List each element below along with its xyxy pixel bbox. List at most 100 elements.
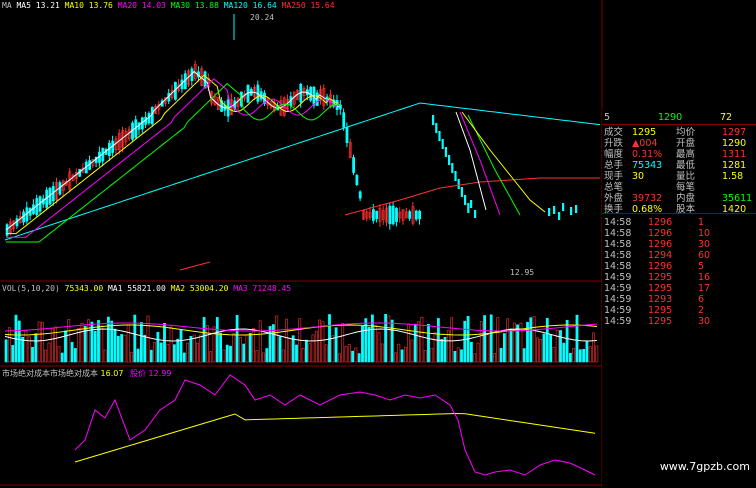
volume-bar (453, 350, 457, 363)
quote-value2: 35611 (722, 193, 753, 204)
quote-label: 幅度 (604, 149, 624, 160)
volume-bar (34, 333, 38, 363)
volume-bar (123, 334, 127, 363)
volume-bar (37, 321, 41, 363)
volume-bar (529, 317, 533, 363)
trade-vol: 17 (698, 283, 711, 294)
volume-bar (578, 349, 582, 363)
vol-legend-value: 75343.00 (64, 284, 104, 293)
volume-bar (407, 323, 411, 363)
candle-body (345, 126, 349, 144)
candle-body (454, 171, 457, 181)
volume-bar (103, 349, 107, 363)
trade-vol: 30 (698, 239, 711, 250)
trade-time: 14:58 (604, 239, 632, 250)
volume-bar (156, 331, 160, 363)
price-legend: MA MA5 13.21 MA10 13.76 MA20 14.03 MA30 … (2, 1, 335, 10)
trade-row: 14:59 1293 6 (602, 294, 756, 305)
trade-vol: 30 (698, 316, 711, 327)
indicator-label: 市场绝对成本市场绝对成本 (2, 369, 98, 378)
volume-bar (31, 346, 34, 363)
trade-vol: 60 (698, 250, 711, 261)
quote-row: 总笔 每笔 (602, 182, 756, 193)
quote-row: 现手 30 量比 1.58 (602, 171, 756, 182)
volume-bar (126, 324, 130, 363)
volume-bar (446, 330, 450, 363)
volume-bar (341, 322, 345, 363)
volume-bar (275, 315, 279, 363)
quote-label: 升跌 (604, 138, 624, 149)
low-price-label: 12.95 (510, 268, 535, 277)
legend-ma20: MA20 14.03 (117, 1, 166, 10)
volume-bar (493, 352, 496, 363)
volume-bar (549, 334, 553, 363)
quote-value2: 1311 (722, 149, 747, 160)
candle-body (418, 210, 422, 220)
ma250-line-tail (179, 261, 211, 271)
indicator-value1: 16.07 (100, 369, 124, 378)
volume-bar (384, 314, 388, 363)
volume-bar (209, 351, 213, 363)
volume-bar (70, 342, 74, 363)
volume-bar (74, 348, 77, 363)
trade-price: 1296 (648, 261, 673, 272)
volume-bar (173, 344, 176, 363)
candle-body (438, 131, 441, 141)
quote-label2: 内盘 (676, 193, 696, 204)
trade-row: 14:59 1295 17 (602, 283, 756, 294)
candle-body (464, 195, 467, 205)
volume-bar (535, 337, 539, 363)
candle-body (570, 207, 573, 215)
candle-body (470, 200, 473, 208)
volume-bar (532, 316, 536, 363)
volume-bar (351, 350, 355, 363)
volume-bar (149, 349, 153, 363)
trade-price: 1295 (648, 272, 673, 283)
volume-bar (456, 347, 460, 363)
volume-bar (169, 326, 173, 363)
candle-body (355, 175, 359, 185)
volume-bar (489, 314, 493, 363)
quote-value: ▲004 (632, 138, 658, 149)
quote-label: 成交 (604, 127, 624, 138)
volume-bar (403, 346, 407, 363)
volume-bar (476, 342, 480, 363)
trade-price: 1296 (648, 228, 673, 239)
vol-legend-ma3: MA3 71248.45 (233, 284, 292, 293)
volume-bar (159, 342, 163, 363)
volume-bar (595, 345, 599, 363)
trade-vol: 10 (698, 228, 711, 239)
volume-bar (133, 314, 137, 363)
quote-value2: 1290 (722, 138, 747, 149)
volume-bar (113, 328, 117, 363)
volume-bar (328, 314, 331, 363)
quote-value: 1295 (632, 127, 657, 138)
trade-vol: 5 (698, 261, 705, 272)
ma10-drop (461, 111, 546, 213)
ma30-line (6, 82, 340, 243)
trade-price: 1293 (648, 294, 673, 305)
candle-body (435, 123, 438, 133)
quote-panel: 5 1290 72 成交 1295 均价 1297 升跌 ▲004 开盘 1290 幅度 0.31… (602, 108, 756, 488)
volume-bar (304, 339, 308, 363)
volume-bar (285, 318, 289, 363)
volume-bar (433, 332, 437, 363)
volume-bar (206, 325, 209, 363)
volume-bar (143, 334, 147, 363)
volume-bar (539, 339, 543, 363)
volume-bar (427, 323, 430, 363)
volume-bar (413, 323, 417, 363)
volume-bar (582, 348, 586, 363)
volume-bar (232, 333, 236, 363)
vol-legend-label: VOL(5,10,20) (2, 284, 60, 293)
trade-price: 1295 (648, 305, 673, 316)
volume-bar (344, 346, 348, 363)
vol-legend-ma1: MA1 55821.00 (107, 284, 166, 293)
trade-time: 14:59 (604, 272, 632, 283)
trade-row: 14:58 1296 5 (602, 261, 756, 272)
volume-bar (308, 343, 312, 363)
candle-body (444, 147, 447, 157)
volume-bar (278, 336, 282, 363)
volume-bar (311, 334, 315, 363)
volume-bar (281, 349, 285, 363)
